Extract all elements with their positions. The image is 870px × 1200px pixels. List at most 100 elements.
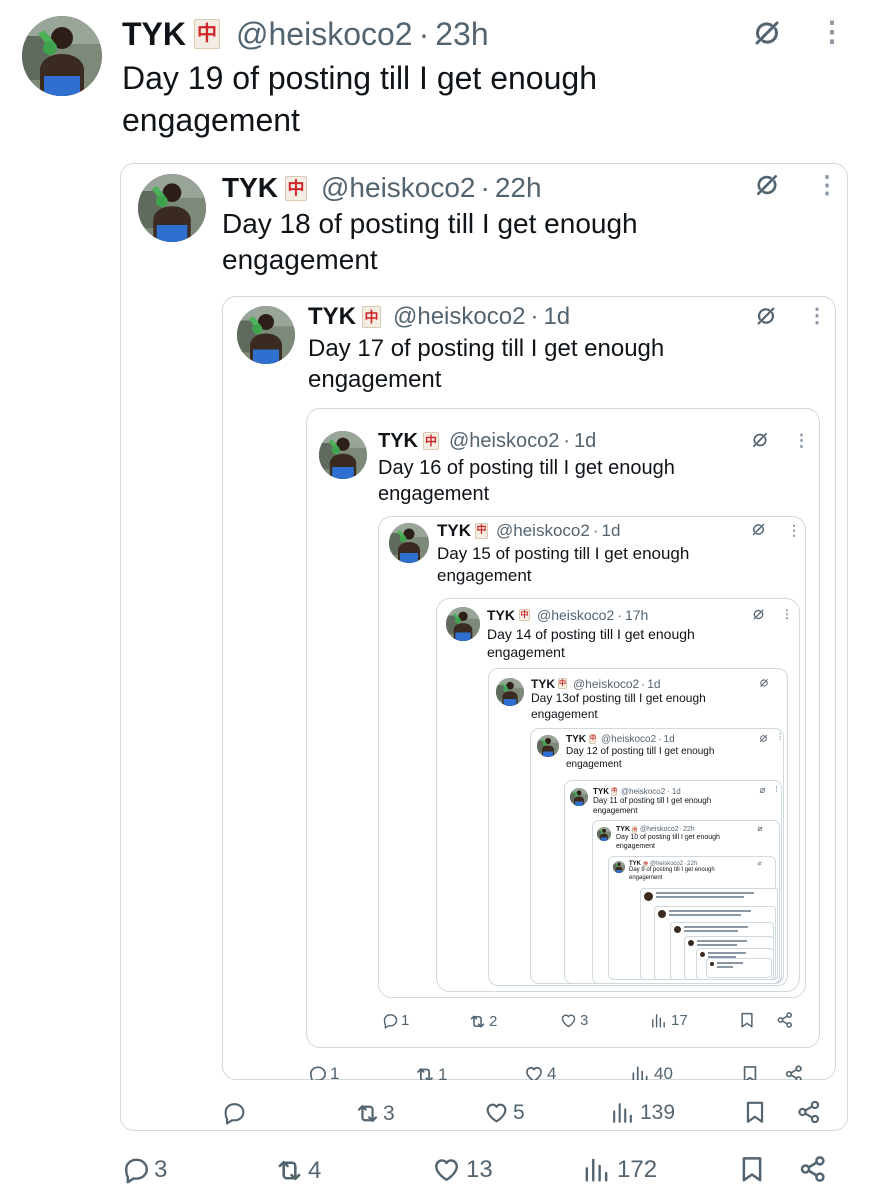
- view-count: 172: [617, 1155, 658, 1183]
- grok-icon[interactable]: [752, 18, 782, 48]
- mahjong-badge: 中: [589, 734, 597, 744]
- post-time[interactable]: 1d: [574, 430, 596, 453]
- avatar[interactable]: [389, 523, 429, 563]
- like-button[interactable]: 13: [432, 1155, 493, 1184]
- grok-icon[interactable]: [751, 522, 766, 537]
- author-name[interactable]: TYK: [616, 826, 630, 833]
- like-button[interactable]: 3: [560, 1012, 588, 1029]
- post-time[interactable]: 22h: [683, 826, 695, 833]
- nested-quote-card: [706, 958, 772, 978]
- grok-icon[interactable]: [757, 826, 763, 832]
- more-icon[interactable]: ⋮: [815, 174, 839, 198]
- author-handle[interactable]: @heiskoco2: [621, 787, 665, 796]
- grok-icon[interactable]: [759, 678, 769, 688]
- avatar: [688, 940, 694, 946]
- bookmark-button[interactable]: [737, 1154, 767, 1184]
- text-line: [717, 962, 743, 964]
- grok-icon[interactable]: [754, 172, 780, 198]
- avatar[interactable]: [570, 788, 588, 806]
- like-icon: [484, 1100, 509, 1125]
- repost-button[interactable]: 3: [354, 1100, 395, 1127]
- more-icon[interactable]: ⋮: [781, 608, 793, 620]
- avatar[interactable]: [496, 678, 524, 706]
- mahjong-badge: 中: [558, 678, 567, 689]
- author-handle[interactable]: @heiskoco2: [496, 521, 590, 541]
- reply-button[interactable]: [222, 1100, 247, 1125]
- post-time[interactable]: 17h: [625, 607, 648, 623]
- avatar[interactable]: [138, 174, 206, 242]
- author-handle[interactable]: @heiskoco2: [236, 16, 413, 53]
- more-icon[interactable]: ⋮: [773, 786, 780, 793]
- avatar[interactable]: [237, 306, 295, 364]
- post-text: Day 18 of posting till I get enough enga…: [222, 208, 638, 276]
- more-icon[interactable]: ⋮: [793, 432, 810, 449]
- like-button[interactable]: 4: [524, 1064, 556, 1080]
- share-button[interactable]: [776, 1011, 794, 1029]
- author-handle[interactable]: @heiskoco2: [321, 172, 476, 204]
- author-name[interactable]: TYK: [378, 430, 418, 453]
- avatar[interactable]: [446, 607, 480, 641]
- share-button[interactable]: [798, 1154, 828, 1184]
- mahjong-badge: 中: [194, 19, 220, 49]
- author-name[interactable]: TYK: [437, 521, 471, 541]
- grok-icon[interactable]: [751, 431, 769, 449]
- post-time[interactable]: 22h: [495, 172, 542, 204]
- author-handle[interactable]: @heiskoco2: [573, 677, 639, 691]
- bookmark-button[interactable]: [740, 1064, 760, 1080]
- share-button[interactable]: [796, 1099, 822, 1125]
- like-count: 4: [547, 1064, 557, 1080]
- post-time[interactable]: 1d: [664, 734, 675, 745]
- mahjong-badge: 中: [423, 432, 439, 450]
- dot-separator: ·: [592, 521, 599, 540]
- post-time[interactable]: 1d: [601, 521, 620, 541]
- author-name[interactable]: TYK: [566, 734, 586, 745]
- author-handle[interactable]: @heiskoco2: [640, 826, 679, 833]
- views-button[interactable]: 17: [650, 1012, 688, 1029]
- like-count: 5: [513, 1100, 525, 1124]
- reply-button[interactable]: 3: [122, 1155, 167, 1184]
- views-button[interactable]: 40: [630, 1064, 673, 1080]
- share-icon: [796, 1099, 822, 1125]
- more-icon[interactable]: ⋮: [807, 306, 827, 326]
- repost-button[interactable]: 2: [468, 1012, 497, 1031]
- share-button[interactable]: [784, 1064, 804, 1080]
- author-handle[interactable]: @heiskoco2: [449, 430, 559, 453]
- more-icon[interactable]: ⋮: [787, 523, 801, 537]
- grok-icon[interactable]: [755, 305, 777, 327]
- author-handle[interactable]: @heiskoco2: [537, 607, 614, 623]
- author-name[interactable]: TYK: [487, 607, 515, 623]
- author-name[interactable]: TYK: [122, 16, 186, 53]
- grok-icon[interactable]: [759, 734, 768, 743]
- author-name[interactable]: TYK: [222, 172, 278, 204]
- dot-separator: ·: [617, 607, 622, 623]
- author-name[interactable]: TYK: [593, 787, 609, 796]
- reply-button[interactable]: 1: [382, 1012, 409, 1029]
- grok-icon[interactable]: [752, 608, 765, 621]
- views-button[interactable]: 139: [610, 1100, 675, 1125]
- reply-button[interactable]: 1: [308, 1064, 339, 1080]
- author-handle[interactable]: @heiskoco2: [601, 734, 656, 745]
- more-icon[interactable]: ⋮: [818, 18, 846, 46]
- author-handle[interactable]: @heiskoco2: [393, 303, 525, 331]
- avatar[interactable]: [613, 861, 625, 873]
- avatar[interactable]: [22, 16, 102, 96]
- post-time[interactable]: 1d: [647, 677, 660, 691]
- avatar[interactable]: [597, 827, 611, 841]
- reply-count: 1: [401, 1012, 410, 1029]
- author-name[interactable]: TYK: [531, 677, 555, 691]
- post-time[interactable]: 1d: [543, 303, 570, 331]
- author-name[interactable]: TYK: [308, 303, 356, 331]
- like-button[interactable]: 5: [484, 1100, 525, 1125]
- post-time[interactable]: 1d: [672, 787, 681, 796]
- avatar[interactable]: [319, 431, 367, 479]
- bookmark-button[interactable]: [738, 1011, 756, 1029]
- repost-button[interactable]: 4: [274, 1155, 321, 1186]
- grok-icon[interactable]: [759, 787, 766, 794]
- avatar[interactable]: [537, 735, 559, 757]
- more-icon[interactable]: ⋮: [776, 733, 783, 741]
- repost-button[interactable]: 1: [414, 1064, 447, 1080]
- post-time[interactable]: 23h: [435, 16, 488, 53]
- bookmark-button[interactable]: [742, 1099, 768, 1125]
- views-button[interactable]: 172: [582, 1155, 657, 1184]
- grok-icon[interactable]: [757, 861, 762, 866]
